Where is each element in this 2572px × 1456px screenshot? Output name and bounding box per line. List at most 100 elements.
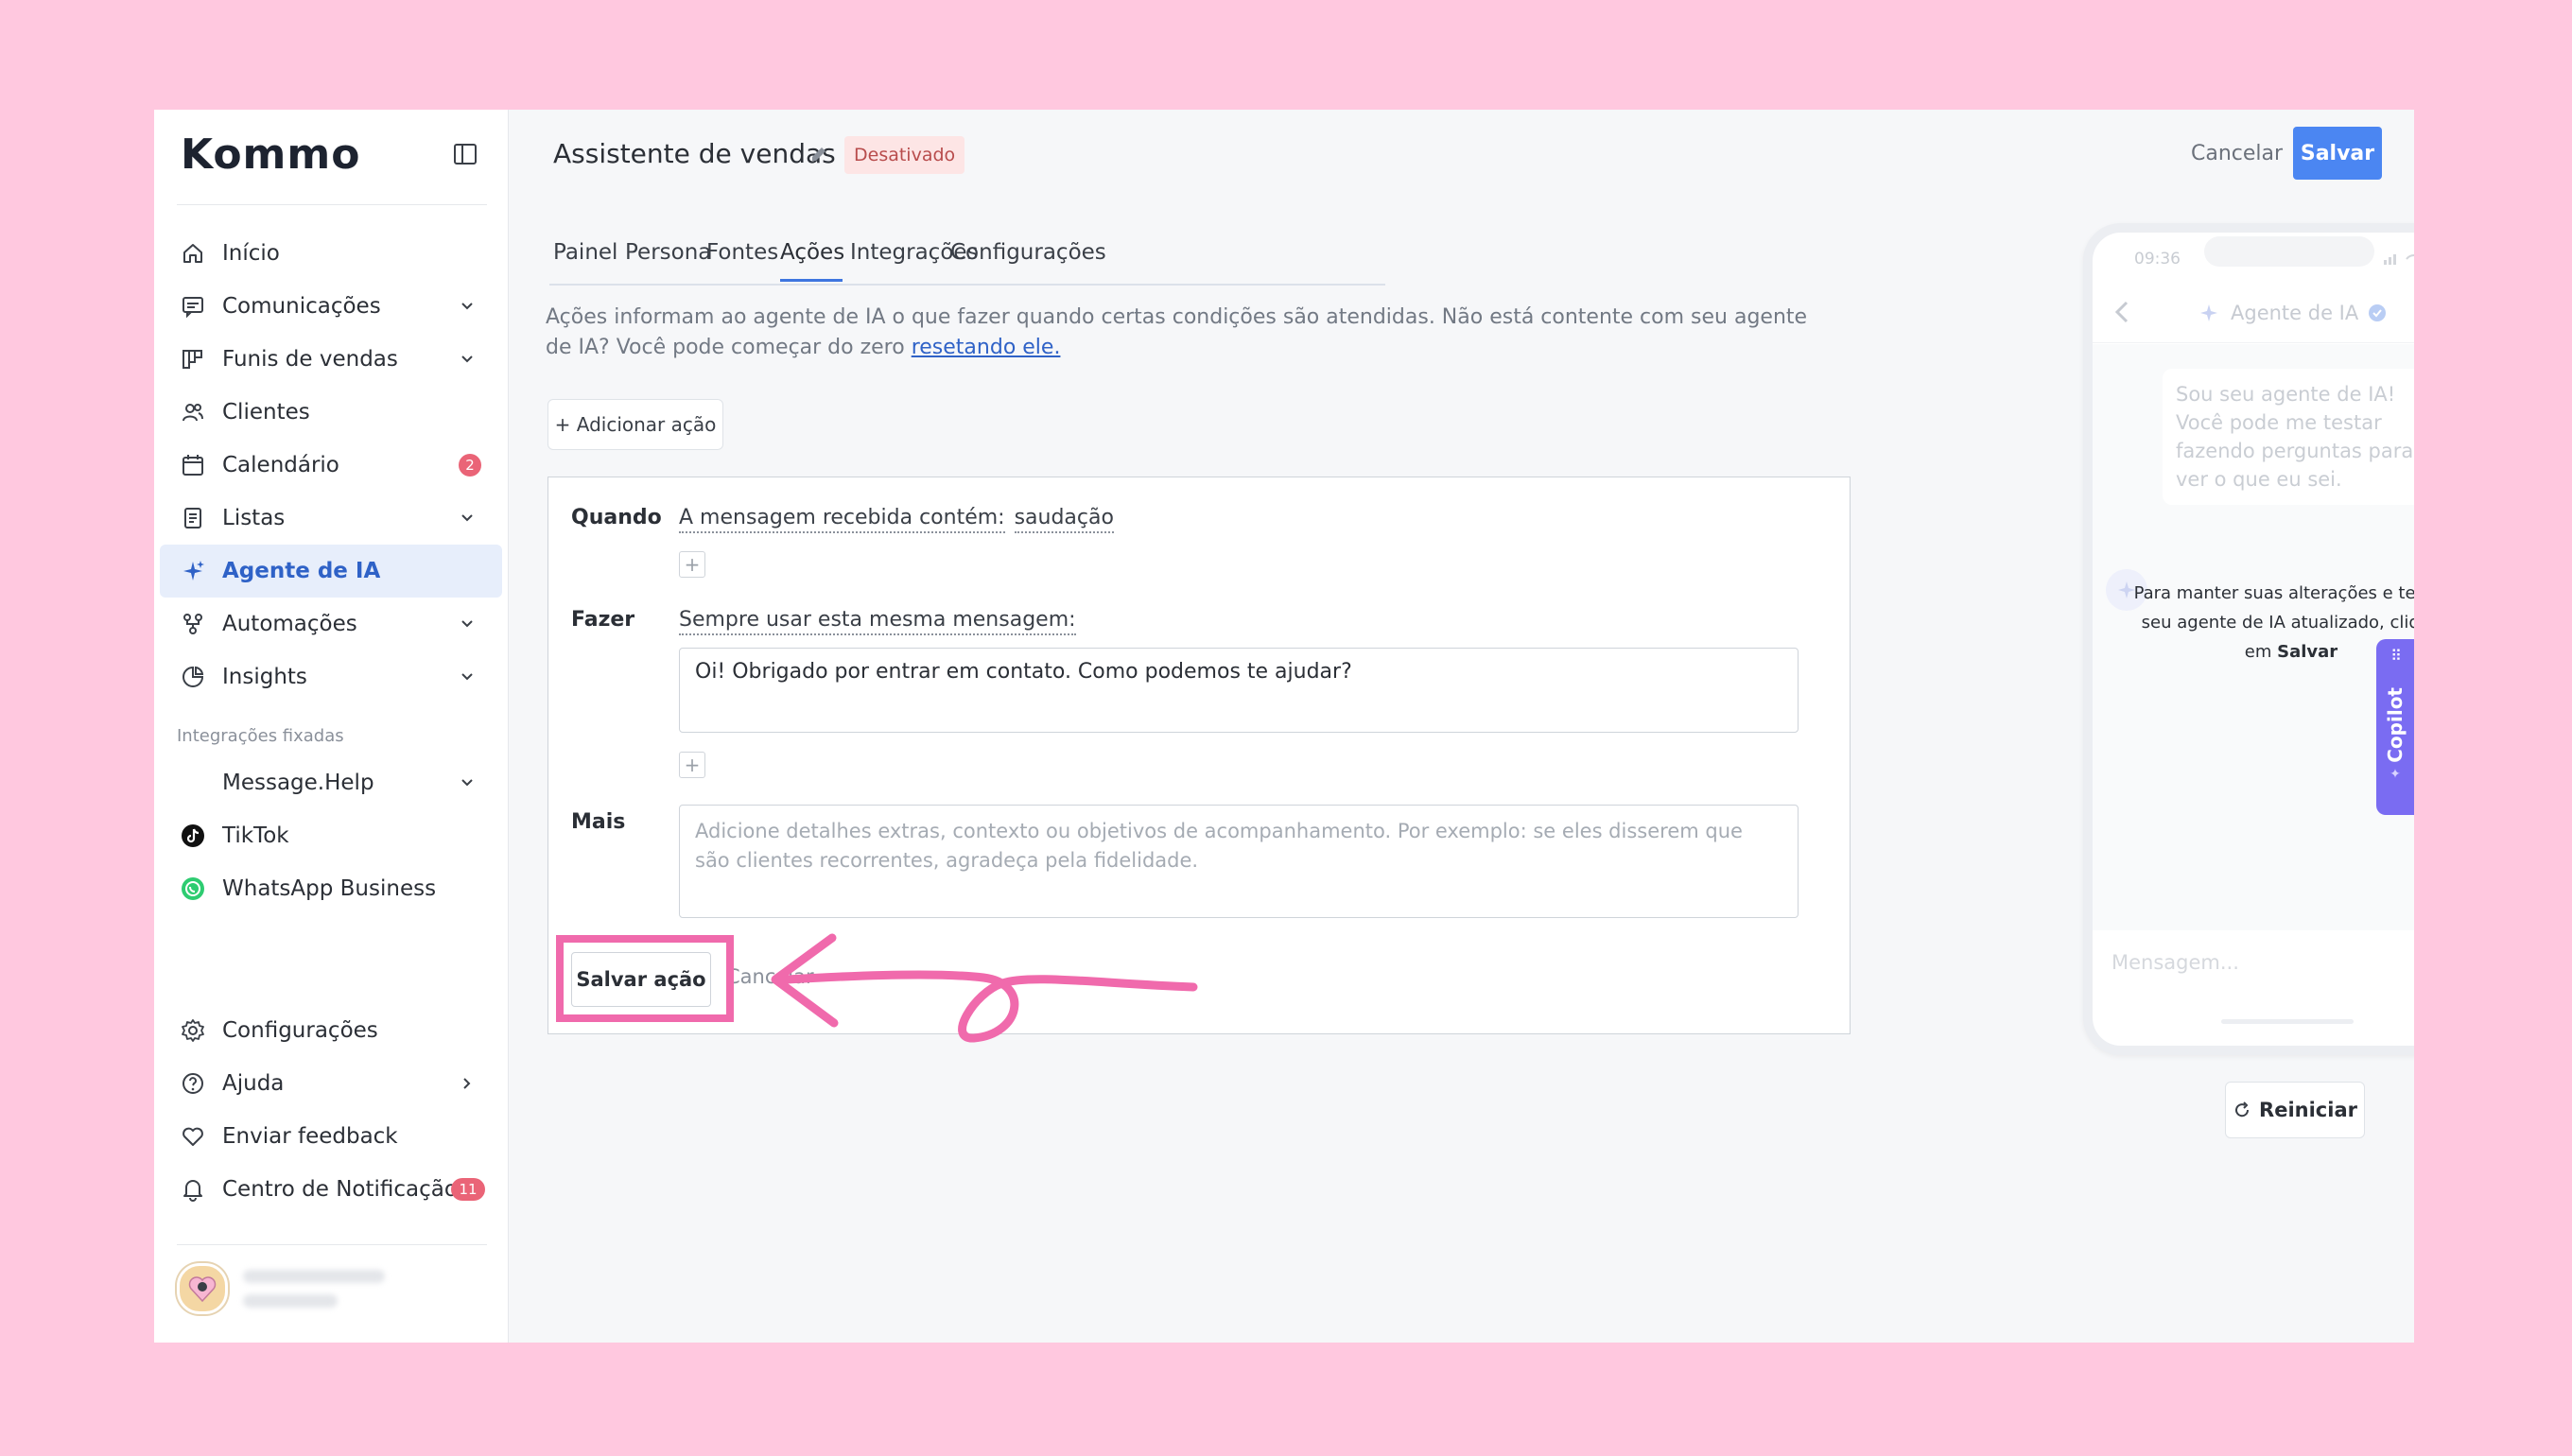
phone-preview: 09:36 Agente de IA Sou seu agente de IA!… <box>2083 223 2414 1055</box>
cancel-action-button[interactable]: Cancelar <box>726 965 814 988</box>
sidebar-item-tiktok[interactable]: TikTok <box>160 809 502 862</box>
sparkle-icon: ✦ <box>2390 766 2401 782</box>
calendar-icon <box>179 451 207 479</box>
when-label: Quando <box>571 506 662 529</box>
sidebar-item-ajuda[interactable]: Ajuda <box>160 1057 502 1110</box>
message-input[interactable]: Mensagem... <box>2111 951 2239 974</box>
sidebar-item-feedback[interactable]: Enviar feedback <box>160 1110 502 1163</box>
reset-link[interactable]: resetando ele. <box>912 336 1061 359</box>
phone-title: Agente de IA <box>2197 301 2387 325</box>
chevron-down-icon[interactable] <box>457 296 478 317</box>
heart-icon <box>179 1122 207 1151</box>
sparkle-icon <box>2200 304 2217 321</box>
whatsapp-icon <box>179 875 207 903</box>
sidebar-divider <box>177 204 487 205</box>
tab-configuracoes[interactable]: Configurações <box>950 227 1106 282</box>
chat-icon <box>179 292 207 321</box>
tab-fontes[interactable]: Fontes <box>706 227 778 282</box>
phone-header: Agente de IA <box>2093 286 2414 343</box>
help-icon <box>179 1069 207 1098</box>
kommo-logo: Kommo <box>181 130 361 179</box>
list-icon <box>179 504 207 532</box>
chevron-down-icon[interactable] <box>457 772 478 793</box>
condition-value[interactable]: saudação <box>1014 506 1114 533</box>
chevron-down-icon[interactable] <box>457 667 478 687</box>
user-profile[interactable] <box>177 1263 385 1314</box>
phone-time: 09:36 <box>2134 250 2181 269</box>
user-name-blurred <box>243 1270 385 1308</box>
sidebar-item-label: Enviar feedback <box>222 1124 398 1149</box>
users-icon <box>179 398 207 426</box>
copilot-tab[interactable]: ⠿ Copilot ✦ <box>2376 639 2414 815</box>
chevron-down-icon[interactable] <box>457 349 478 370</box>
sidebar-item-label: Automações <box>222 612 357 636</box>
sidebar-item-label: TikTok <box>222 823 289 848</box>
tab-bar: Painel Persona Fontes Ações Integrações … <box>549 227 1385 286</box>
intro-body: Ações informam ao agente de IA o que faz… <box>546 305 1808 359</box>
sidebar-item-label: Funis de vendas <box>222 347 398 372</box>
tab-acoes[interactable]: Ações <box>780 227 844 282</box>
phone-agent-title: Agente de IA <box>2231 302 2359 324</box>
save-button[interactable]: Salvar <box>2293 127 2382 180</box>
add-step-button[interactable]: + <box>679 752 705 778</box>
bot-message: Sou seu agente de IA! Você pode me testa… <box>2163 369 2414 505</box>
condition-row: A mensagem recebida contém: saudação <box>679 506 1114 533</box>
copilot-label: Copilot <box>2384 687 2407 763</box>
chevron-down-icon[interactable] <box>457 614 478 634</box>
sidebar-item-label: Clientes <box>222 400 310 425</box>
sidebar-item-automacoes[interactable]: Automações <box>160 598 502 650</box>
sidebar-item-configuracoes[interactable]: Configurações <box>160 1004 502 1057</box>
main-content: Assistente de vendas Desativado Cancelar… <box>508 110 2414 1343</box>
page-title: Assistente de vendas <box>553 138 836 169</box>
chevron-down-icon[interactable] <box>457 508 478 529</box>
cancel-button[interactable]: Cancelar <box>2191 142 2283 165</box>
app-window: Kommo Início Comunicações Funis de venda… <box>154 110 2414 1343</box>
sidebar-item-whatsapp[interactable]: WhatsApp Business <box>160 862 502 915</box>
save-hint-text: Para manter suas alterações e testar seu… <box>2133 583 2414 662</box>
save-hint: Para manter suas alterações e testar seu… <box>2130 579 2414 667</box>
pencil-icon[interactable] <box>808 144 829 165</box>
funnel-board-icon <box>179 345 207 373</box>
sidebar-item-notificacoes[interactable]: Centro de Notificação 11 <box>160 1163 502 1216</box>
chevron-right-icon[interactable] <box>457 1073 478 1094</box>
do-action-selector[interactable]: Sempre usar esta mesma mensagem: <box>679 608 1076 635</box>
more-details-field[interactable]: Adicione detalhes extras, contexto ou ob… <box>679 805 1799 918</box>
sidebar-toggle-icon[interactable] <box>453 142 478 166</box>
drag-handle-icon[interactable]: ⠿ <box>2390 647 2402 665</box>
notification-count-badge: 11 <box>451 1178 485 1201</box>
highlight-annotation <box>556 935 734 1022</box>
restart-label: Reiniciar <box>2259 1099 2357 1121</box>
sidebar-item-agente-ia[interactable]: Agente de IA <box>160 545 502 598</box>
tab-painel[interactable]: Painel <box>553 227 617 282</box>
sidebar-item-label: WhatsApp Business <box>222 876 437 901</box>
signal-battery-icon <box>2384 254 2414 265</box>
add-condition-button[interactable]: + <box>679 551 705 578</box>
sidebar-item-label: Listas <box>222 506 286 530</box>
sparkle-icon <box>179 557 207 585</box>
tab-persona[interactable]: Persona <box>625 227 711 282</box>
phone-notch <box>2204 236 2374 267</box>
sidebar-item-message-help[interactable]: Message.Help <box>160 756 502 809</box>
automation-icon <box>179 610 207 638</box>
message-field[interactable]: Oi! Obrigado por entrar em contato. Como… <box>679 648 1799 733</box>
sidebar-item-funis[interactable]: Funis de vendas <box>160 333 502 386</box>
add-action-button[interactable]: + Adicionar ação <box>547 399 723 450</box>
sidebar-item-label: Configurações <box>222 1018 378 1043</box>
back-arrow-icon[interactable] <box>2113 299 2132 325</box>
sidebar-item-label: Calendário <box>222 453 339 477</box>
condition-selector[interactable]: A mensagem recebida contém: <box>679 506 1005 533</box>
intro-text: Ações informam ao agente de IA o que faz… <box>546 303 1832 363</box>
sidebar-item-listas[interactable]: Listas <box>160 492 502 545</box>
sidebar-item-insights[interactable]: Insights <box>160 650 502 703</box>
blank-icon <box>179 769 207 797</box>
restart-button[interactable]: Reiniciar <box>2225 1082 2365 1138</box>
save-hint-bold: Salvar <box>2277 642 2338 662</box>
sidebar-item-inicio[interactable]: Início <box>160 227 502 280</box>
home-icon <box>179 239 207 268</box>
avatar <box>177 1263 228 1314</box>
sidebar-item-clientes[interactable]: Clientes <box>160 386 502 439</box>
action-card: Quando A mensagem recebida contém: sauda… <box>547 477 1851 1034</box>
sidebar-item-label: Comunicações <box>222 294 381 319</box>
sidebar-item-calendario[interactable]: Calendário 2 <box>160 439 502 492</box>
sidebar-item-comunicacoes[interactable]: Comunicações <box>160 280 502 333</box>
